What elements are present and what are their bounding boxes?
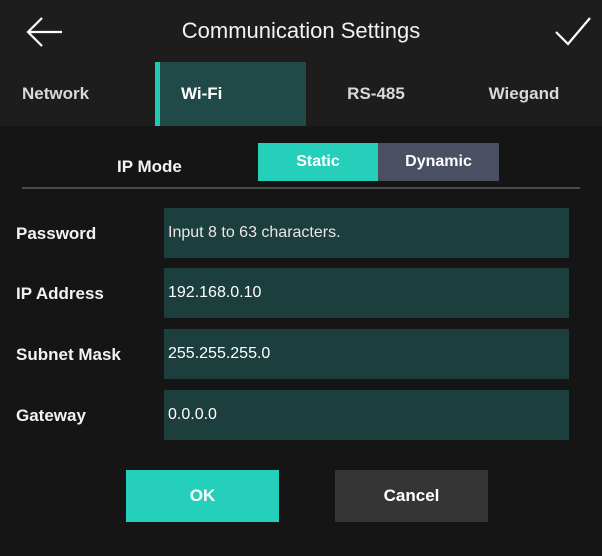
divider xyxy=(22,187,580,189)
password-field[interactable]: Input 8 to 63 characters. xyxy=(164,208,569,258)
header-bar: Communication Settings xyxy=(0,0,602,62)
tab-network[interactable]: Network xyxy=(0,62,155,126)
ip-mode-static-button[interactable]: Static xyxy=(258,143,378,181)
ok-button[interactable]: OK xyxy=(126,470,279,522)
password-label: Password xyxy=(16,224,97,243)
subnet-mask-field[interactable]: 255.255.255.0 xyxy=(164,329,569,379)
ip-address-label: IP Address xyxy=(16,284,104,303)
cancel-button[interactable]: Cancel xyxy=(335,470,488,522)
gateway-field[interactable]: 0.0.0.0 xyxy=(164,390,569,440)
tab-bar: Network Wi-Fi RS-485 Wiegand xyxy=(0,62,602,126)
ip-mode-label: IP Mode xyxy=(117,157,182,176)
ip-address-field[interactable]: 192.168.0.10 xyxy=(164,268,569,318)
subnet-mask-label: Subnet Mask xyxy=(16,345,121,364)
checkmark-icon xyxy=(555,17,591,46)
tab-rs485[interactable]: RS-485 xyxy=(306,62,446,126)
tab-wifi[interactable]: Wi-Fi xyxy=(155,62,306,126)
tab-wiegand[interactable]: Wiegand xyxy=(446,62,602,126)
page-title: Communication Settings xyxy=(181,18,421,43)
confirm-button[interactable] xyxy=(552,12,594,52)
gateway-label: Gateway xyxy=(16,406,86,425)
ip-mode-dynamic-button[interactable]: Dynamic xyxy=(378,143,499,181)
